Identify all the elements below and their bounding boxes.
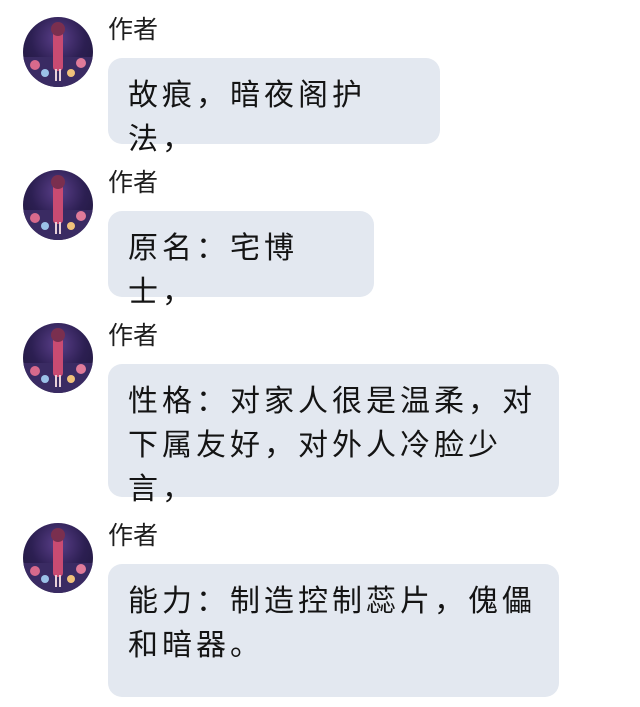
message-bubble: 故痕，暗夜阁护法， bbox=[108, 58, 440, 157]
sender-name: 作者 bbox=[108, 521, 159, 550]
avatar[interactable] bbox=[23, 170, 93, 240]
message-bubble: 性格：对家人很是温柔，对下属友好，对外人冷脸少言， bbox=[108, 364, 559, 507]
sender-name: 作者 bbox=[108, 15, 159, 44]
avatar[interactable] bbox=[23, 523, 93, 593]
avatar[interactable] bbox=[23, 323, 93, 393]
avatar[interactable] bbox=[23, 17, 93, 87]
sender-name: 作者 bbox=[108, 168, 159, 197]
sender-name: 作者 bbox=[108, 321, 159, 350]
anime-girl-avatar-icon bbox=[23, 528, 93, 593]
message-bubble: 原名：宅博士， bbox=[108, 211, 374, 310]
anime-girl-avatar-icon bbox=[23, 22, 93, 87]
anime-girl-avatar-icon bbox=[23, 175, 93, 240]
anime-girl-avatar-icon bbox=[23, 328, 93, 393]
message-bubble: 能力：制造控制蕊片，傀儡和暗器。 bbox=[108, 564, 559, 697]
